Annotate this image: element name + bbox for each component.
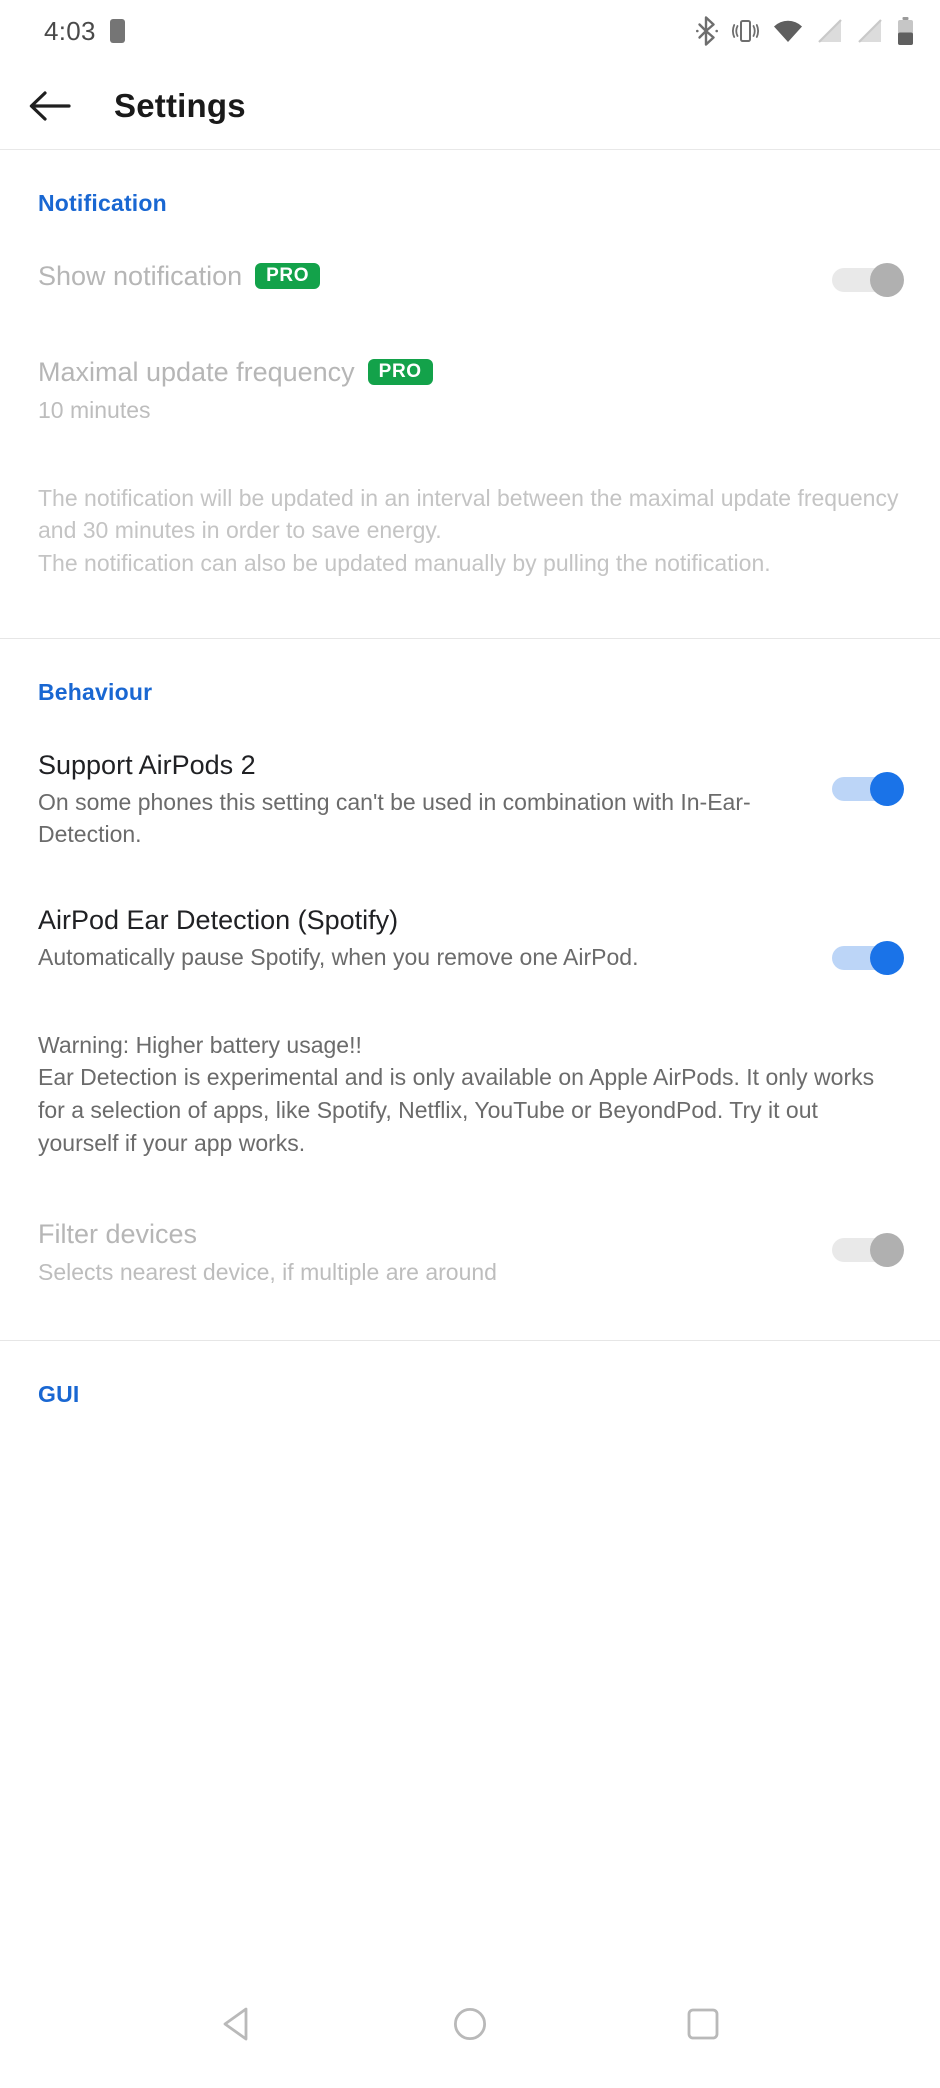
row-airpod-ear-detection-subtitle: Automatically pause Spotify, when you re… (38, 944, 639, 971)
section-gui: GUI (0, 1341, 940, 1408)
row-maximal-update-frequency-title-wrap: Maximal update frequency PRO (38, 355, 884, 390)
section-header-notification: Notification (38, 190, 167, 216)
page-title: Settings (114, 86, 246, 124)
wifi-icon (774, 20, 802, 42)
row-show-notification-title: Show notification (38, 261, 243, 291)
status-bar-right (696, 16, 914, 46)
back-triangle-icon[interactable] (199, 1986, 275, 2062)
row-filter-devices-subtitle: Selects nearest device, if multiple are … (38, 1258, 497, 1285)
row-airpod-ear-detection-text: AirPod Ear Detection (Spotify) Automatic… (38, 903, 832, 974)
phone-screen: 4:03 Settings Notification Show notifica… (0, 0, 940, 2088)
toggle-airpod-ear-detection[interactable] (832, 940, 904, 975)
toggle-support-airpods-2[interactable] (832, 771, 904, 806)
row-show-notification-title-wrap: Show notification PRO (38, 259, 812, 294)
row-filter-devices-control[interactable] (832, 1217, 904, 1268)
row-filter-devices-title: Filter devices (38, 1219, 198, 1250)
row-airpod-ear-detection[interactable]: AirPod Ear Detection (Spotify) Automatic… (0, 851, 940, 975)
settings-list[interactable]: Notification Show notification PRO Maxim… (0, 150, 940, 1960)
notification-description: The notification will be updated in an i… (38, 484, 899, 577)
row-maximal-update-frequency-text: Maximal update frequency PRO 10 minutes (38, 355, 904, 426)
row-show-notification[interactable]: Show notification PRO (0, 217, 940, 297)
row-support-airpods-2-text: Support AirPods 2 On some phones this se… (38, 748, 832, 851)
row-filter-devices-text: Filter devices Selects nearest device, i… (38, 1217, 832, 1288)
toggle-show-notification[interactable] (832, 263, 904, 297)
row-airpod-ear-detection-title-wrap: AirPod Ear Detection (Spotify) (38, 903, 812, 938)
section-notification: Notification Show notification PRO Maxim… (0, 150, 940, 638)
no-signal-sim1-icon (818, 19, 842, 43)
status-bar-clock: 4:03 (44, 15, 96, 46)
android-nav-bar (0, 1960, 940, 2088)
row-maximal-update-frequency-value: 10 minutes (38, 396, 151, 423)
back-arrow-icon[interactable] (28, 89, 72, 123)
pro-badge: PRO (255, 263, 321, 290)
status-bar: 4:03 (0, 0, 940, 62)
behaviour-warning-description: Warning: Higher battery usage!! Ear Dete… (38, 1031, 875, 1156)
recents-square-icon[interactable] (665, 1986, 741, 2062)
pro-badge: PRO (367, 359, 433, 386)
row-support-airpods-2-title: Support AirPods 2 (38, 749, 256, 780)
app-notification-icon (109, 19, 125, 43)
toggle-thumb (870, 263, 904, 297)
section-header-gui: GUI (38, 1380, 80, 1407)
row-show-notification-text: Show notification PRO (38, 259, 832, 294)
row-filter-devices-title-wrap: Filter devices (38, 1217, 812, 1252)
row-maximal-update-frequency-title: Maximal update frequency (38, 357, 355, 387)
row-filter-devices[interactable]: Filter devices Selects nearest device, i… (0, 1159, 940, 1340)
toggle-filter-devices[interactable] (832, 1233, 904, 1268)
row-support-airpods-2-subtitle: On some phones this setting can't be use… (38, 789, 751, 848)
row-airpod-ear-detection-title: AirPod Ear Detection (Spotify) (38, 904, 399, 935)
app-bar: Settings (0, 62, 940, 150)
toggle-thumb (870, 771, 904, 806)
row-show-notification-control[interactable] (832, 259, 904, 297)
section-header-behaviour: Behaviour (38, 678, 153, 705)
row-support-airpods-2-control[interactable] (832, 748, 904, 806)
vibrate-icon (732, 20, 759, 42)
bluetooth-icon (696, 16, 718, 46)
toggle-thumb (870, 940, 904, 975)
row-airpod-ear-detection-control[interactable] (832, 903, 904, 975)
section-behaviour: Behaviour Support AirPods 2 On some phon… (0, 639, 940, 1340)
row-maximal-update-frequency[interactable]: Maximal update frequency PRO 10 minutes (0, 297, 940, 426)
home-circle-icon[interactable] (432, 1986, 508, 2062)
battery-icon (898, 16, 913, 45)
status-bar-left: 4:03 (44, 16, 125, 47)
toggle-thumb (870, 1233, 904, 1268)
no-signal-sim2-icon (858, 19, 882, 43)
row-support-airpods-2-title-wrap: Support AirPods 2 (38, 748, 812, 783)
row-support-airpods-2[interactable]: Support AirPods 2 On some phones this se… (0, 706, 940, 851)
